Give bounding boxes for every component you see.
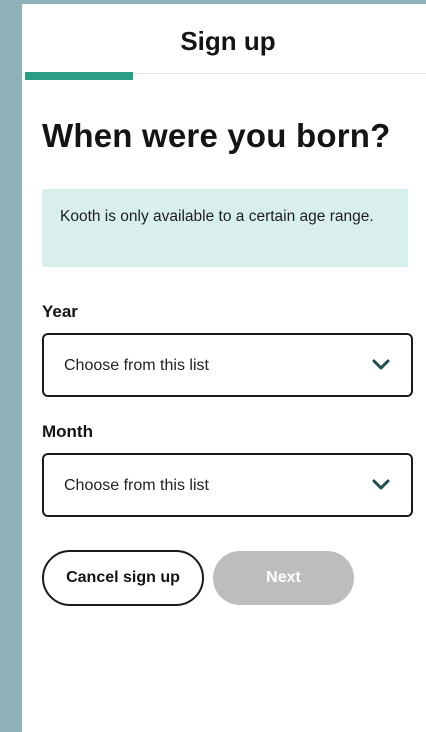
progress-fill — [25, 72, 134, 80]
next-button[interactable]: Next — [213, 551, 354, 605]
progress-bar — [25, 72, 426, 80]
year-label: Year — [42, 302, 78, 321]
page-title: Sign up — [180, 26, 276, 56]
month-label: Month — [42, 422, 93, 441]
month-select-value: Choose from this list — [64, 477, 209, 494]
chevron-down-icon — [372, 479, 390, 490]
month-select[interactable]: Choose from this list — [42, 453, 413, 517]
sign-up-panel: Sign up When were you born? Kooth is onl… — [22, 4, 426, 732]
cancel-sign-up-button[interactable]: Cancel sign up — [42, 550, 204, 606]
info-text: Kooth is only available to a certain age… — [60, 208, 374, 225]
year-select[interactable]: Choose from this list — [42, 333, 413, 397]
year-select-value: Choose from this list — [64, 357, 209, 374]
chevron-down-icon — [372, 359, 390, 370]
info-box: Kooth is only available to a certain age… — [42, 189, 408, 267]
page-header: Sign up — [22, 4, 426, 74]
question-heading: When were you born? — [42, 117, 391, 154]
